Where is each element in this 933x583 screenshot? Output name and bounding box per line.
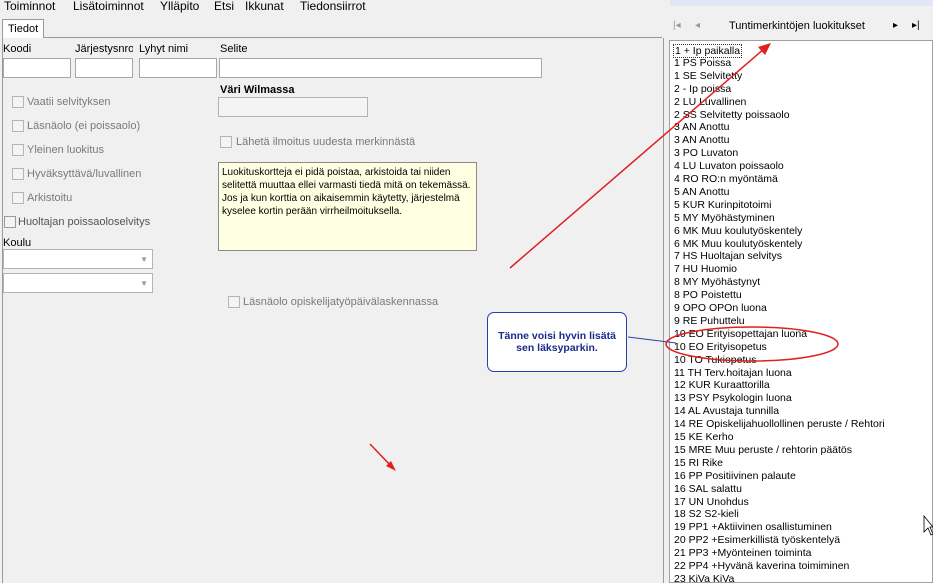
lyhyt-nimi-input[interactable] [139, 58, 217, 78]
lasnaolo-checkbox[interactable] [12, 120, 24, 132]
list-item[interactable]: 9 OPO OPOn luona [674, 302, 767, 314]
jarjestysnro-input[interactable] [75, 58, 133, 78]
koulu-combo-1[interactable]: ▼ [3, 249, 153, 269]
list-item[interactable]: 8 MY Myöhästynyt [674, 276, 760, 288]
laheta-ilmoitus-checkbox[interactable] [220, 136, 232, 148]
hyvaksyttava-label: Hyväksyttävä/luvallinen [27, 168, 142, 180]
list-item[interactable]: 10 TO Tukiopetus [674, 354, 757, 366]
list-item[interactable]: 1 SE Selvitetty [674, 70, 742, 82]
list-item[interactable]: 15 MRE Muu peruste / rehtorin päätös [674, 444, 852, 456]
lasnaolo-label: Läsnäolo (ei poissaolo) [27, 120, 141, 132]
tab-label: Tiedot [8, 23, 39, 35]
list-item[interactable]: 16 PP Positiivinen palaute [674, 470, 796, 482]
menu-tiedonsiirrot[interactable]: Tiedonsiirrot [300, 0, 366, 13]
vaatii-selvityksen-label: Vaatii selvityksen [27, 96, 111, 108]
list-item[interactable]: 5 AN Anottu [674, 186, 729, 198]
list-item[interactable]: 3 AN Anottu [674, 134, 729, 146]
selite-input[interactable] [219, 58, 542, 78]
list-item[interactable]: 15 RI Rike [674, 457, 723, 469]
yleinen-luokitus-label: Yleinen luokitus [27, 144, 105, 156]
list-item[interactable]: 2 SS Selvitetty poissaolo [674, 109, 790, 121]
menu-ikkunat[interactable]: Ikkunat [245, 0, 284, 13]
list-item[interactable]: 5 MY Myöhästyminen [674, 212, 775, 224]
list-item[interactable]: 15 KE Kerho [674, 431, 734, 443]
koulu-combo-2[interactable]: ▼ [3, 273, 153, 293]
list-title: Tuntimerkintöjen luokitukset [729, 20, 865, 32]
list-item[interactable]: 3 AN Anottu [674, 121, 729, 133]
menu-toiminnot[interactable]: Toiminnot [4, 0, 55, 13]
koodi-label: Koodi [3, 43, 32, 55]
menu-etsi[interactable]: Etsi [214, 0, 234, 13]
huoltajan-label: Huoltajan poissaoloselvitys [18, 216, 151, 228]
list-item[interactable]: 13 PSY Psykologin luona [674, 392, 792, 404]
list-item[interactable]: 10 EO Erityisopetus [674, 341, 767, 353]
list-item[interactable]: 7 HS Huoltajan selvitys [674, 250, 782, 262]
list-item[interactable]: 7 HU Huomio [674, 263, 737, 275]
list-item[interactable]: 6 MK Muu koulutyöskentely [674, 225, 802, 237]
list-item[interactable]: 11 TH Terv.hoitajan luona [674, 367, 792, 379]
list-item[interactable]: 3 PO Luvaton [674, 147, 738, 159]
color-picker[interactable] [218, 97, 368, 117]
first-record-icon[interactable]: |◂ [673, 20, 681, 31]
list-item[interactable]: 21 PP3 +Myönteinen toiminta [674, 547, 811, 559]
list-item[interactable]: 14 RE Opiskelijahuollollinen peruste / R… [674, 418, 885, 430]
arkistoitu-label: Arkistoitu [27, 192, 73, 204]
menu-bar: Toiminnot Lisätoiminnot Ylläpito Etsi Ik… [0, 0, 670, 14]
list-item[interactable]: 1 PS Poissa [674, 57, 731, 69]
annotation-callout: Tänne voisi hyvin lisätä sen läksyparkin… [487, 312, 627, 372]
laheta-ilmoitus-label: Lähetä ilmoitus uudesta merkinnästä [236, 136, 416, 148]
hyvaksyttava-checkbox[interactable] [12, 168, 24, 180]
prev-record-icon[interactable]: ◂ [695, 20, 700, 31]
list-item[interactable]: 6 MK Muu koulutyöskentely [674, 238, 802, 250]
arkistoitu-checkbox[interactable] [12, 192, 24, 204]
list-item[interactable]: 5 KUR Kurinpitotoimi [674, 199, 771, 211]
list-item[interactable]: 22 PP4 +Hyvänä kaverina toimiminen [674, 560, 849, 572]
list-item[interactable]: 2 - Ip poissa [674, 83, 731, 95]
last-record-icon[interactable]: ▸| [912, 20, 920, 31]
koodi-input[interactable] [3, 58, 71, 78]
lyhyt-nimi-label: Lyhyt nimi [139, 43, 189, 55]
list-item[interactable]: 4 LU Luvaton poissaolo [674, 160, 784, 172]
list-item[interactable]: 1 + Ip paikalla [673, 44, 743, 58]
list-item[interactable]: 19 PP1 +Aktiivinen osallistuminen [674, 521, 832, 533]
huoltajan-checkbox[interactable] [4, 216, 16, 228]
vaatii-selvityksen-checkbox[interactable] [12, 96, 24, 108]
list-item[interactable]: 8 PO Poistettu [674, 289, 742, 301]
list-item[interactable]: 17 UN Unohdus [674, 496, 749, 508]
list-item[interactable]: 10 EO Erityisopettajan luona [674, 328, 807, 340]
lasnaolo-opisk-label: Läsnäolo opiskelijatyöpäivälaskennassa [243, 296, 439, 308]
menu-lisatoiminnot[interactable]: Lisätoiminnot [73, 0, 144, 13]
tab-tiedot[interactable]: Tiedot [2, 19, 44, 38]
list-item[interactable]: 4 RO RO:n myöntämä [674, 173, 778, 185]
menu-yllapito[interactable]: Ylläpito [160, 0, 199, 13]
next-record-icon[interactable]: ▸ [893, 20, 898, 31]
chevron-down-icon: ▼ [140, 279, 148, 288]
vari-wilmassa-label: Väri Wilmassa [220, 84, 295, 96]
list-item[interactable]: 9 RE Puhuttelu [674, 315, 745, 327]
menu-bar-right [670, 0, 933, 6]
chevron-down-icon: ▼ [140, 255, 148, 264]
koulu-label: Koulu [3, 237, 32, 249]
list-item[interactable]: 20 PP2 +Esimerkillistä työskentelyä [674, 534, 840, 546]
list-item[interactable]: 14 AL Avustaja tunnilla [674, 405, 779, 417]
classification-list[interactable]: 1 + Ip paikalla 1 PS Poissa 1 SE Selvitett… [669, 40, 933, 583]
list-item[interactable]: 18 S2 S2-kieli [674, 508, 739, 520]
yleinen-luokitus-checkbox[interactable] [12, 144, 24, 156]
list-item[interactable]: 16 SAL salattu [674, 483, 742, 495]
list-item[interactable]: 2 LU Luvallinen [674, 96, 746, 108]
list-item[interactable]: 12 KUR Kuraattorilla [674, 379, 770, 391]
lasnaolo-opisk-checkbox[interactable] [228, 296, 240, 308]
list-item[interactable]: 23 KiVa KiVa [674, 573, 734, 582]
jarjestysnro-label: Järjestysnro [75, 43, 133, 55]
selite-label: Selite [220, 43, 248, 55]
warning-note: Luokituskortteja ei pidä poistaa, arkist… [218, 162, 477, 251]
